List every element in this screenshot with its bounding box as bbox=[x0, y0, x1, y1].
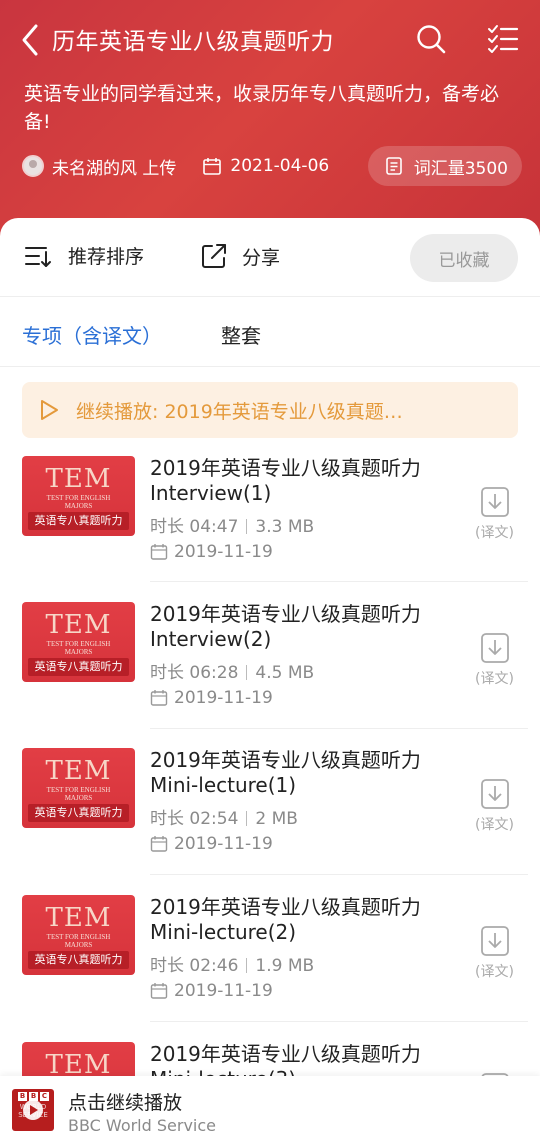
publish-date: 2021-04-06 bbox=[230, 156, 330, 176]
translation-label[interactable]: (译文) bbox=[475, 961, 514, 981]
cover-band: 英语专八真题听力 bbox=[28, 658, 129, 676]
track-cover: TEM TEST FOR ENGLISHMAJORS 英语专八真题听力 bbox=[22, 456, 135, 536]
track-date: 2019-11-19 bbox=[150, 542, 273, 562]
cover-tem: TEM bbox=[45, 610, 112, 640]
share-button[interactable]: 分享 bbox=[200, 242, 280, 270]
checklist-icon[interactable] bbox=[486, 22, 520, 56]
divider bbox=[150, 581, 528, 582]
track-cover: TEM TEST FOR ENGLISHMAJORS 英语专八真题听力 bbox=[22, 895, 135, 975]
album-meta: 未名湖的风 上传 2021-04-06 词汇量3500 bbox=[22, 146, 522, 186]
document-icon bbox=[385, 157, 402, 175]
translation-label[interactable]: (译文) bbox=[475, 522, 514, 542]
uploader-label[interactable]: 未名湖的风 上传 bbox=[52, 154, 176, 179]
track-item[interactable]: TEM TEST FOR ENGLISHMAJORS 英语专八真题听力 2019… bbox=[0, 602, 540, 748]
calendar-icon bbox=[150, 983, 168, 999]
translation-label[interactable]: (译文) bbox=[475, 668, 514, 688]
cover-band: 英语专八真题听力 bbox=[28, 951, 129, 969]
player-title: 点击继续播放 bbox=[68, 1092, 183, 1114]
divider bbox=[150, 874, 528, 875]
download-icon[interactable] bbox=[478, 925, 512, 957]
divider bbox=[150, 1021, 528, 1022]
cover-tem: TEM bbox=[45, 464, 112, 494]
track-info: 时长 06:28 4.5 MB bbox=[150, 663, 315, 683]
divider bbox=[0, 296, 540, 297]
share-icon bbox=[202, 244, 226, 268]
track-cover: TEM TEST FOR ENGLISHMAJORS 英语专八真题听力 bbox=[22, 748, 135, 828]
track-title: 2019年英语专业八级真题听力 Interview(1) bbox=[150, 456, 421, 505]
track-cover: TEM TEST FOR ENGLISHMAJORS 英语专八真题听力 bbox=[22, 602, 135, 682]
divider bbox=[0, 366, 540, 367]
bbc-logo: B B C WORLD SERVICE bbox=[12, 1089, 54, 1131]
track-info: 时长 02:46 1.9 MB bbox=[150, 956, 315, 976]
track-date: 2019-11-19 bbox=[150, 834, 273, 854]
album-title: 历年英语专业八级真题听力 bbox=[52, 29, 334, 55]
cover-band: 英语专八真题听力 bbox=[28, 512, 129, 530]
track-info: 时长 02:54 2 MB bbox=[150, 809, 298, 829]
calendar-icon bbox=[150, 544, 168, 560]
content-sheet: 推荐排序 分享 已收藏 专项（含译文） 整套 继续播放: 2019年英语专业八级… bbox=[0, 218, 540, 1142]
translation-label[interactable]: (译文) bbox=[475, 814, 514, 834]
play-icon[interactable] bbox=[23, 1100, 43, 1120]
calendar-icon bbox=[150, 836, 168, 852]
vocab-pill[interactable]: 词汇量3500 bbox=[367, 146, 522, 186]
track-date: 2019-11-19 bbox=[150, 981, 273, 1001]
cover-band: 英语专八真题听力 bbox=[28, 804, 129, 822]
toolbar: 推荐排序 分享 已收藏 bbox=[0, 234, 540, 286]
play-outline-icon bbox=[41, 400, 58, 420]
resume-text: 继续播放: 2019年英语专业八级真题… bbox=[76, 400, 403, 423]
cover-subtitle: TEST FOR ENGLISHMAJORS bbox=[46, 640, 111, 656]
download-icon[interactable] bbox=[478, 486, 512, 518]
search-icon[interactable] bbox=[414, 22, 448, 56]
album-description: 英语专业的同学看过来，收录历年专八真题听力，备考必备! bbox=[24, 83, 500, 133]
tab-bar: 专项（含译文） 整套 bbox=[0, 314, 540, 360]
sort-button[interactable]: 推荐排序 bbox=[24, 242, 144, 269]
download-icon[interactable] bbox=[478, 632, 512, 664]
mini-player[interactable]: B B C WORLD SERVICE 点击继续播放 BBC World Ser… bbox=[0, 1076, 540, 1142]
track-date: 2019-11-19 bbox=[150, 688, 273, 708]
track-item[interactable]: TEM TEST FOR ENGLISHMAJORS 英语专八真题听力 2019… bbox=[0, 895, 540, 1041]
calendar-icon bbox=[150, 690, 168, 706]
track-info: 时长 04:47 3.3 MB bbox=[150, 517, 315, 537]
track-title: 2019年英语专业八级真题听力 Mini-lecture(2) bbox=[150, 895, 421, 944]
cover-tem: TEM bbox=[45, 903, 112, 933]
track-title: 2019年英语专业八级真题听力 Interview(2) bbox=[150, 602, 421, 651]
cover-subtitle: TEST FOR ENGLISHMAJORS bbox=[46, 933, 111, 949]
calendar-icon bbox=[203, 158, 222, 175]
cover-tem: TEM bbox=[45, 756, 112, 786]
favorite-button[interactable]: 已收藏 bbox=[410, 234, 518, 282]
cover-subtitle: TEST FOR ENGLISHMAJORS bbox=[46, 494, 111, 510]
download-icon[interactable] bbox=[478, 778, 512, 810]
resume-bar[interactable]: 继续播放: 2019年英语专业八级真题… bbox=[22, 382, 518, 438]
sort-label: 推荐排序 bbox=[68, 246, 145, 268]
share-label: 分享 bbox=[242, 246, 281, 269]
sort-icon bbox=[25, 246, 51, 267]
tab-whole-set[interactable]: 整套 bbox=[221, 320, 261, 349]
track-title: 2019年英语专业八级真题听力 Mini-lecture(1) bbox=[150, 748, 421, 797]
avatar[interactable] bbox=[22, 155, 44, 177]
cover-subtitle: TEST FOR ENGLISHMAJORS bbox=[46, 786, 111, 802]
tab-special[interactable]: 专项（含译文） bbox=[22, 320, 162, 349]
player-subtitle: BBC World Service bbox=[68, 1116, 216, 1135]
track-item[interactable]: TEM TEST FOR ENGLISHMAJORS 英语专八真题听力 2019… bbox=[0, 748, 540, 894]
back-icon[interactable] bbox=[16, 20, 46, 60]
vocab-label: 词汇量3500 bbox=[413, 158, 508, 179]
divider bbox=[150, 728, 528, 729]
